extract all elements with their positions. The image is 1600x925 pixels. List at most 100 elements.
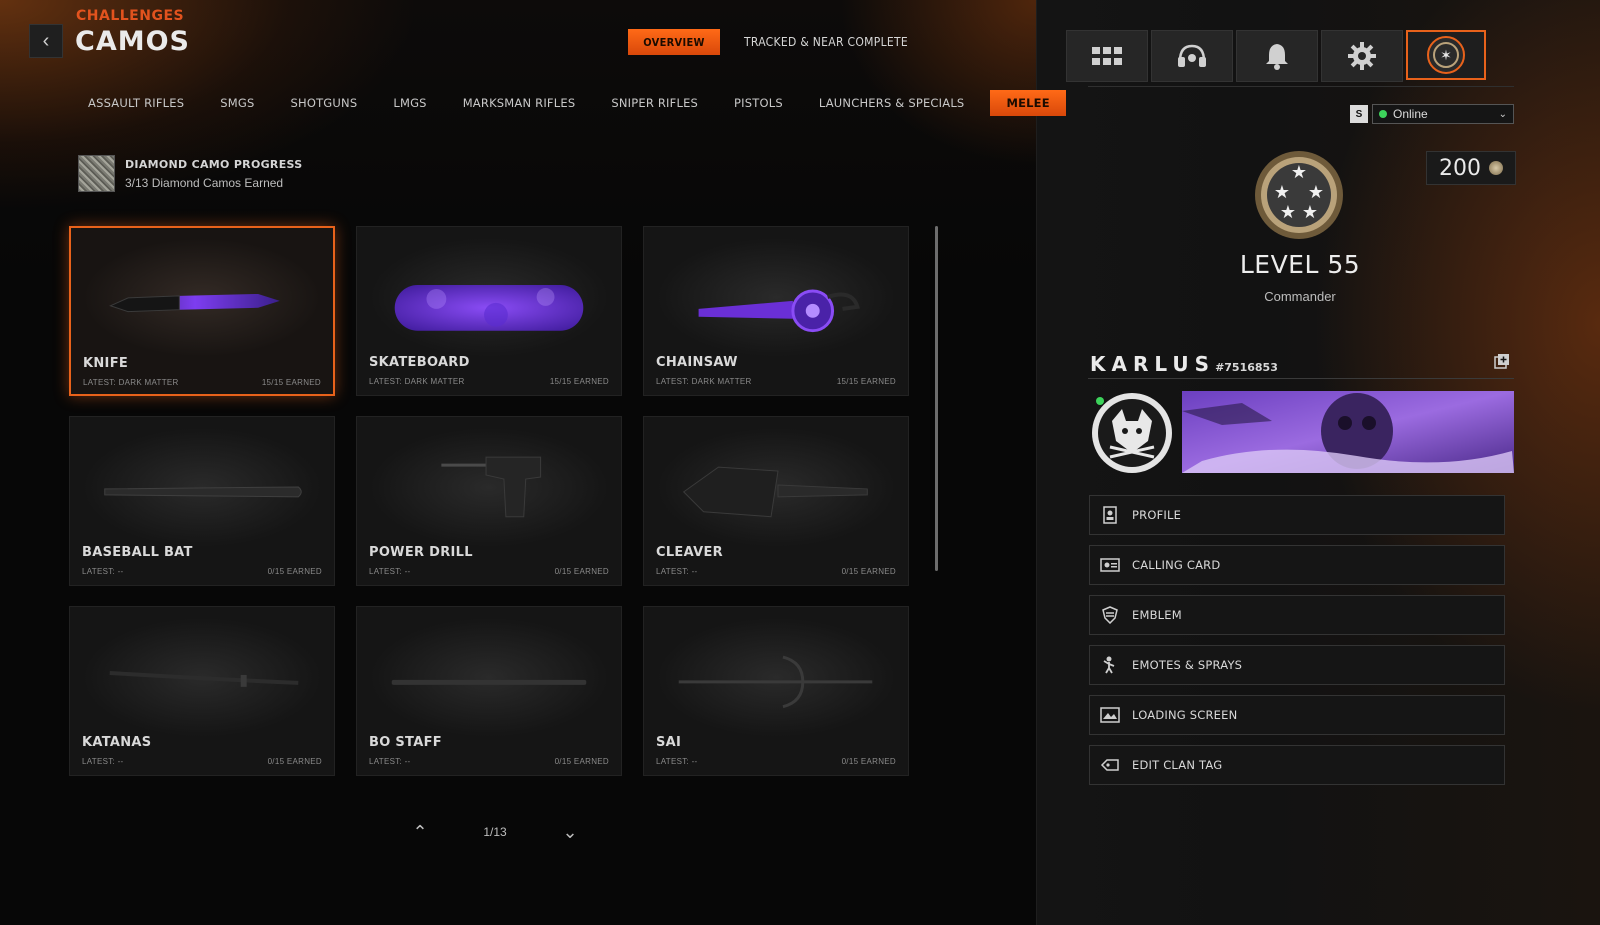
weapon-name: BASEBALL BAT xyxy=(82,545,193,560)
weapon-card-baseball-bat[interactable]: BASEBALL BAT LATEST: -- 0/15 EARNED xyxy=(69,416,335,586)
sai-image xyxy=(678,655,873,709)
breadcrumb: CHALLENGES xyxy=(76,8,185,24)
diamond-progress-title: DIAMOND CAMO PROGRESS xyxy=(125,157,303,171)
copy-icon[interactable] xyxy=(1494,353,1510,369)
weapon-card-skateboard[interactable]: SKATEBOARD LATEST: DARK MATTER 15/15 EAR… xyxy=(356,226,622,396)
category-marksman-rifles[interactable]: MARKSMAN RIFLES xyxy=(445,90,594,116)
divider xyxy=(1088,378,1514,379)
rank-emblem-icon: ★ ★ ★ ★ ★ xyxy=(1255,151,1343,239)
weapon-earned-count: 0/15 EARNED xyxy=(267,757,322,766)
online-dot-icon xyxy=(1379,110,1387,118)
status-value: Online xyxy=(1393,107,1428,121)
category-melee[interactable]: MELEE xyxy=(990,90,1066,116)
menu-item-label: EDIT CLAN TAG xyxy=(1132,758,1223,772)
menu-item-label: EMOTES & SPRAYS xyxy=(1132,658,1243,672)
bo-staff-image xyxy=(391,679,587,685)
menu-item-emblem[interactable]: EMBLEM xyxy=(1089,595,1505,635)
category-launchers-specials[interactable]: LAUNCHERS & SPECIALS xyxy=(801,90,983,116)
menu-item-edit-clan-tag[interactable]: EDIT CLAN TAG xyxy=(1089,745,1505,785)
page-title: CAMOS xyxy=(75,26,190,57)
weapon-latest-camo: LATEST: DARK MATTER xyxy=(369,377,465,386)
weapon-earned-count: 0/15 EARNED xyxy=(841,757,896,766)
weapon-latest-camo: LATEST: -- xyxy=(82,757,124,766)
rank-title: Commander xyxy=(1264,289,1336,304)
knife-image xyxy=(109,293,280,313)
currency-display: 200 xyxy=(1426,151,1516,185)
svg-text:★: ★ xyxy=(1308,182,1324,203)
svg-text:★: ★ xyxy=(1291,162,1307,183)
profile-button[interactable]: ✶ xyxy=(1406,30,1486,80)
weapon-earned-count: 15/15 EARNED xyxy=(836,377,896,386)
player-tag: #7516853 xyxy=(1215,361,1278,374)
category-pistols[interactable]: PISTOLS xyxy=(716,90,801,116)
weapon-name: KATANAS xyxy=(82,735,152,750)
category-lmgs[interactable]: LMGS xyxy=(375,90,444,116)
settings-button[interactable] xyxy=(1321,30,1403,82)
weapon-card-power-drill[interactable]: POWER DRILL LATEST: -- 0/15 EARNED xyxy=(356,416,622,586)
calling-card-icon xyxy=(1100,555,1120,575)
weapon-card-katanas[interactable]: KATANAS LATEST: -- 0/15 EARNED xyxy=(69,606,335,776)
status-dropdown[interactable]: Online ⌄ xyxy=(1372,104,1514,124)
menu-item-calling-card[interactable]: CALLING CARD xyxy=(1089,545,1505,585)
weapon-name: BO STAFF xyxy=(369,735,442,750)
menu-item-loading-screen[interactable]: LOADING SCREEN xyxy=(1089,695,1505,735)
weapon-earned-count: 0/15 EARNED xyxy=(554,567,609,576)
menu-item-profile[interactable]: PROFILE xyxy=(1089,495,1505,535)
player-name: KARLUS xyxy=(1090,352,1216,376)
weapon-card-bo-staff[interactable]: BO STAFF LATEST: -- 0/15 EARNED xyxy=(356,606,622,776)
page-indicator: 1/13 xyxy=(483,825,507,839)
page-down-icon[interactable]: ⌄ xyxy=(560,822,580,843)
social-button[interactable] xyxy=(1151,30,1233,82)
player-emblem-icon xyxy=(1092,393,1172,473)
category-assault-rifles[interactable]: ASSAULT RIFLES xyxy=(70,90,202,116)
top-icon-bar: ✶ xyxy=(1066,30,1489,82)
weapon-earned-count: 15/15 EARNED xyxy=(261,378,321,387)
loading-screen-icon xyxy=(1100,705,1120,725)
tab-overview[interactable]: OVERVIEW xyxy=(628,29,720,55)
pager: ⌃ 1/13 ⌄ xyxy=(410,820,580,844)
weapon-card-cleaver[interactable]: CLEAVER LATEST: -- 0/15 EARNED xyxy=(643,416,909,586)
category-sniper-rifles[interactable]: SNIPER RIFLES xyxy=(593,90,716,116)
weapon-latest-camo: LATEST: -- xyxy=(82,567,124,576)
diamond-camo-progress: DIAMOND CAMO PROGRESS 3/13 Diamond Camos… xyxy=(78,155,302,192)
player-level: LEVEL 55 xyxy=(1239,250,1361,279)
menu-item-label: CALLING CARD xyxy=(1132,558,1221,572)
grid-menu-icon xyxy=(1092,47,1122,65)
menu-item-label: LOADING SCREEN xyxy=(1132,708,1238,722)
coin-icon xyxy=(1489,161,1503,175)
svg-text:✶: ✶ xyxy=(1440,48,1452,64)
tab-tracked-near-complete[interactable]: TRACKED & NEAR COMPLETE xyxy=(744,29,914,55)
category-smgs[interactable]: SMGS xyxy=(202,90,272,116)
cleaver-image xyxy=(682,466,868,518)
skateboard-image xyxy=(394,285,584,331)
grid-menu-button[interactable] xyxy=(1066,30,1148,82)
calling-card-image xyxy=(1182,391,1514,473)
status-badge: S xyxy=(1350,105,1368,123)
weapon-latest-camo: LATEST: -- xyxy=(656,567,698,576)
menu-item-label: PROFILE xyxy=(1132,508,1182,522)
chevron-left-icon: ‹ xyxy=(42,29,50,52)
weapon-card-sai[interactable]: SAI LATEST: -- 0/15 EARNED xyxy=(643,606,909,776)
weapon-card-knife[interactable]: KNIFE LATEST: DARK MATTER 15/15 EARNED xyxy=(69,226,335,396)
menu-item-emotes-sprays[interactable]: EMOTES & SPRAYS xyxy=(1089,645,1505,685)
emotes-icon xyxy=(1100,655,1120,675)
weapon-name: KNIFE xyxy=(83,356,129,371)
diamond-camo-swatch xyxy=(78,155,115,192)
back-button[interactable]: ‹ xyxy=(29,24,63,58)
weapon-name: SKATEBOARD xyxy=(369,355,470,370)
page-up-icon[interactable]: ⌃ xyxy=(410,822,430,843)
svg-text:★: ★ xyxy=(1280,202,1296,223)
category-shotguns[interactable]: SHOTGUNS xyxy=(272,90,375,116)
currency-amount: 200 xyxy=(1439,155,1481,181)
notifications-button[interactable] xyxy=(1236,30,1318,82)
chevron-down-icon: ⌄ xyxy=(1498,108,1507,120)
weapon-latest-camo: LATEST: DARK MATTER xyxy=(83,378,179,387)
weapon-card-chainsaw[interactable]: CHAINSAW LATEST: DARK MATTER 15/15 EARNE… xyxy=(643,226,909,396)
weapon-latest-camo: LATEST: DARK MATTER xyxy=(656,377,752,386)
weapon-earned-count: 0/15 EARNED xyxy=(554,757,609,766)
diamond-progress-count: 3/13 Diamond Camos Earned xyxy=(125,175,284,190)
grid-scrollbar[interactable] xyxy=(935,226,938,571)
baseball-bat-image xyxy=(104,486,302,498)
divider xyxy=(1088,86,1514,87)
svg-text:★: ★ xyxy=(1274,182,1290,203)
